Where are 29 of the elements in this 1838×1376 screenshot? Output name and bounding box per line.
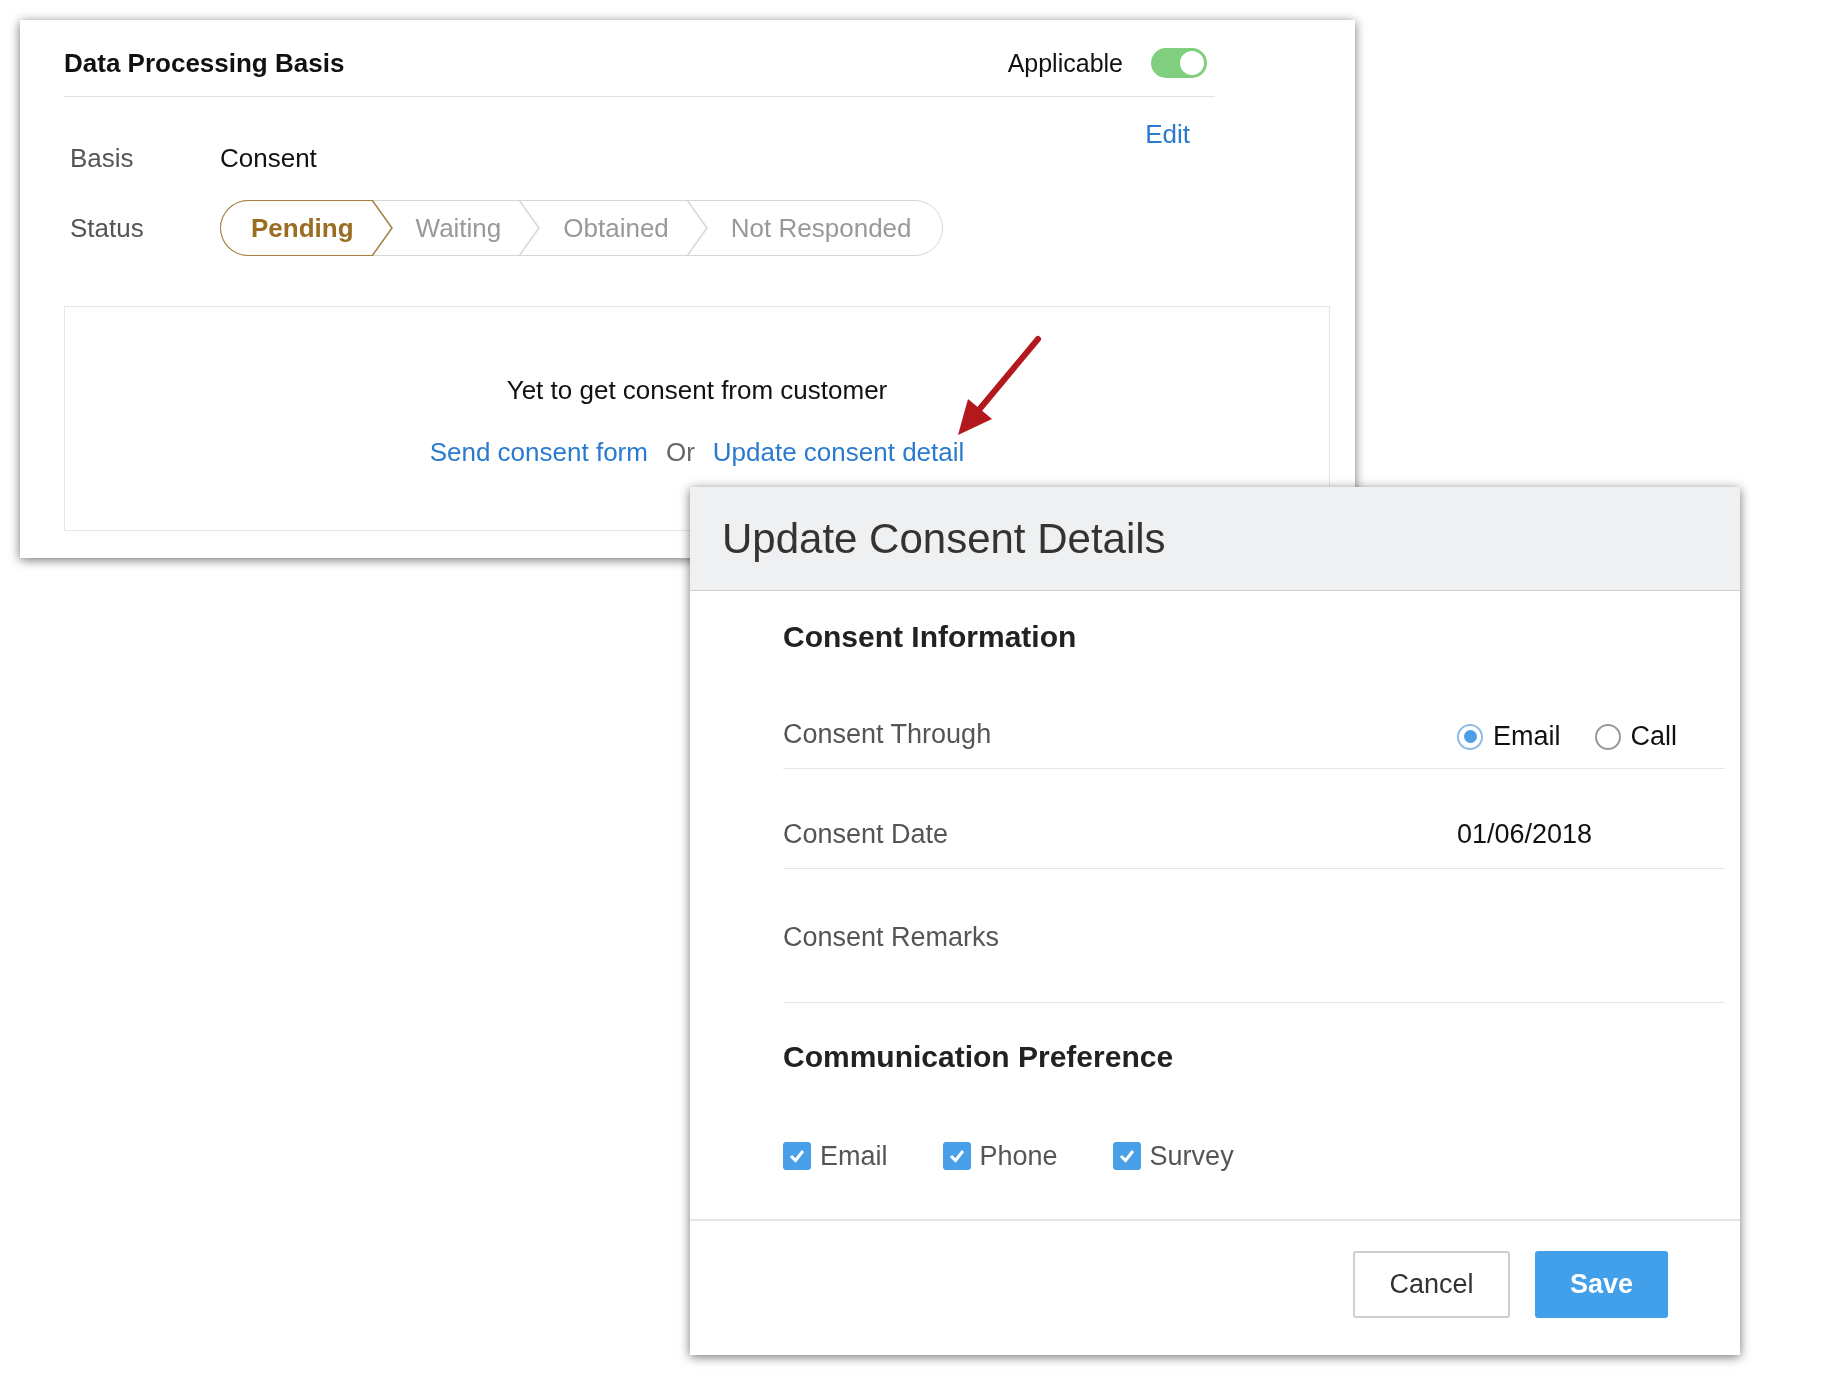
separator-text: Or [665,436,695,469]
message-text: Yet to get consent from customer [506,374,888,407]
field-label: Consent Date [783,818,950,852]
radio-option[interactable]: Call [1594,721,1678,753]
applicable-label: Applicable [1007,48,1123,78]
chevron-icon [371,200,394,256]
dialog-title: Update Consent Details [722,514,1166,563]
date-value: 01/06/2018 [1457,818,1593,852]
field-label: Basis [70,143,135,174]
field-label: Status [70,212,145,244]
panel-title: Data Processing Basis [64,47,345,79]
applicable-toggle[interactable] [1151,48,1207,78]
checkbox-option[interactable]: Phone [942,1138,1058,1175]
cancel-button[interactable]: Cancel [1353,1250,1510,1318]
field-value: Consent [220,143,317,174]
action-link[interactable]: Update consent detail [712,434,965,470]
radio-option[interactable]: Email [1457,721,1561,753]
checkbox-option[interactable]: Survey [1112,1138,1234,1175]
field-label: Consent Remarks [783,921,1001,955]
status-step[interactable]: Obtained [541,201,687,255]
section-heading: Consent Information [783,619,1078,656]
edit-link[interactable]: Edit [1145,117,1190,151]
status-step[interactable]: Not Responded [708,201,942,255]
save-button[interactable]: Save [1535,1250,1668,1318]
field-label: Consent Through [783,718,993,752]
section-heading: Communication Preference [783,1039,1175,1076]
status-step[interactable]: Waiting [393,201,520,255]
action-link[interactable]: Send consent form [429,434,648,470]
checkbox-option[interactable]: Email [783,1138,888,1175]
